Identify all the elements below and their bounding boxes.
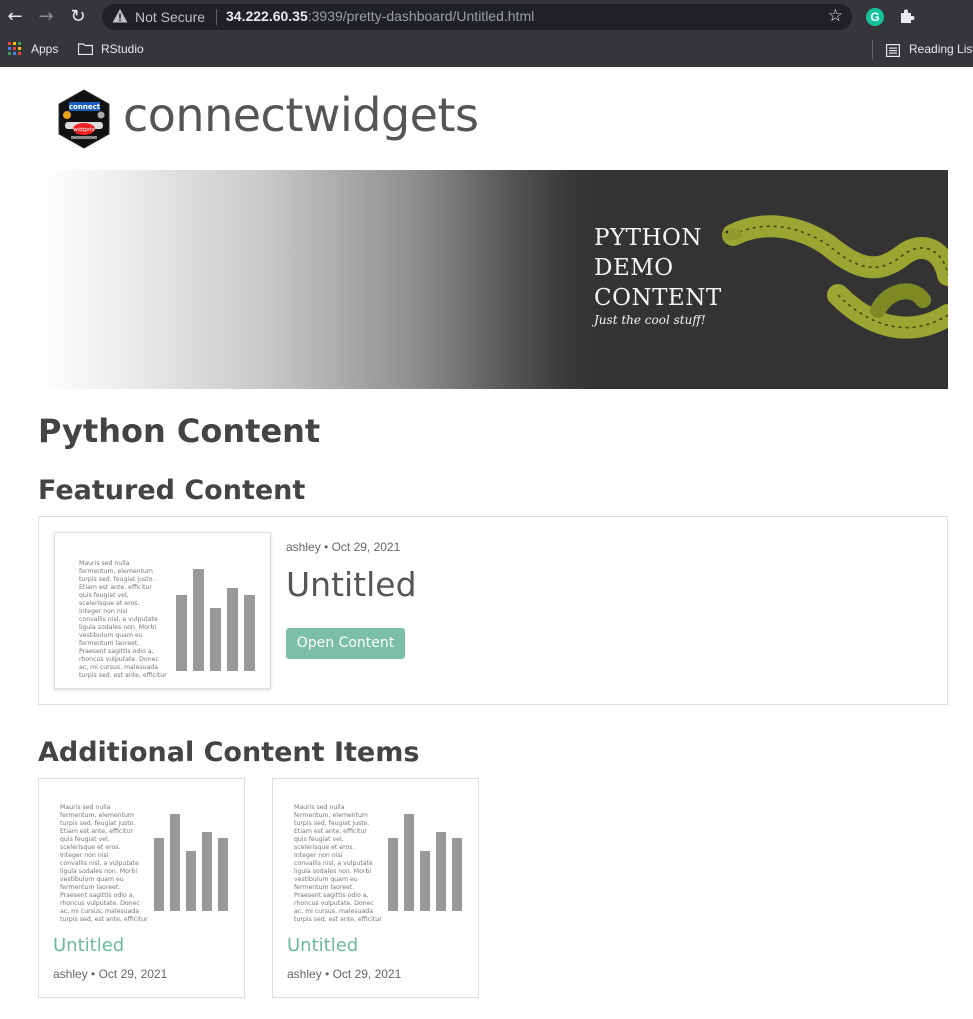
security-label[interactable]: Not Secure <box>135 9 205 25</box>
thumbnail-bar <box>404 814 414 911</box>
site-brand-title[interactable]: connectwidgets <box>123 88 479 142</box>
thumbnail-bar <box>420 850 430 911</box>
bookmark-reading-list[interactable]: Reading List <box>909 42 973 56</box>
thumbnail-lorem-text: Mauris sed nulla fermentum, elementum tu… <box>79 560 167 679</box>
folder-icon <box>78 43 93 55</box>
address-separator <box>216 9 217 25</box>
featured-meta: ashley • Oct 29, 2021 <box>286 540 401 554</box>
thumbnail-bar <box>170 814 180 911</box>
additional-heading: Additional Content Items <box>38 737 420 768</box>
bookmark-apps[interactable]: Apps <box>31 42 58 56</box>
thumbnail-bar-chart <box>154 814 228 911</box>
bookmark-rstudio[interactable]: RStudio <box>101 42 144 56</box>
thumbnail-lorem-text: Mauris sed nulla fermentum, elementum tu… <box>294 804 382 923</box>
url-host: 34.222.60.35 <box>226 8 308 24</box>
featured-content-card: Mauris sed nulla fermentum, elementum tu… <box>38 516 948 705</box>
extensions-puzzle-icon[interactable] <box>898 7 916 25</box>
item-date: Oct 29, 2021 <box>98 967 168 981</box>
hero-banner: PYTHON DEMO CONTENT Just the cool stuff! <box>38 170 948 389</box>
thumbnail-lorem-text: Mauris sed nulla fermentum, elementum tu… <box>60 804 148 923</box>
thumbnail-bar <box>202 832 212 911</box>
thumbnail-bar <box>176 594 187 671</box>
item-author: ashley <box>53 967 88 981</box>
thumbnail-bar <box>218 838 228 911</box>
logo-text-connect: connect <box>69 103 101 111</box>
bookmark-star-icon[interactable]: ☆ <box>828 6 843 26</box>
banner-line: PYTHON <box>594 225 703 251</box>
thumbnail-bar <box>388 838 398 911</box>
connectwidgets-logo: connect widgets <box>58 89 110 149</box>
logo-text-widgets: widgets <box>73 127 95 133</box>
page-title: Python Content <box>38 412 321 450</box>
bookmarks-divider <box>872 40 873 60</box>
item-meta: ashley • Oct 29, 2021 <box>287 967 402 981</box>
item-title[interactable]: Untitled <box>53 935 124 956</box>
bookmarks-bar: Apps RStudio Reading List <box>0 36 973 64</box>
item-thumbnail[interactable]: Mauris sed nulla fermentum, elementum tu… <box>39 779 244 924</box>
browser-toolbar: ← → ↻ Not Secure 34.222.60.35:3939/prett… <box>0 0 973 34</box>
thumbnail-bar <box>244 594 255 671</box>
featured-title[interactable]: Untitled <box>286 565 417 604</box>
banner-tagline: Just the cool stuff! <box>594 313 706 327</box>
python-snake-illustration <box>722 215 948 339</box>
thumbnail-bar-chart <box>176 569 255 671</box>
thumbnail-bar <box>227 588 238 671</box>
open-content-button[interactable]: Open Content <box>286 628 405 659</box>
item-date: Oct 29, 2021 <box>332 967 402 981</box>
thumbnail-bar <box>193 569 204 671</box>
reading-list-icon <box>886 44 900 57</box>
reload-icon[interactable]: ↻ <box>67 6 89 28</box>
featured-heading: Featured Content <box>38 475 306 506</box>
banner-heading: PYTHON DEMO CONTENT <box>594 223 722 313</box>
featured-thumbnail[interactable]: Mauris sed nulla fermentum, elementum tu… <box>54 532 271 689</box>
content-item-card[interactable]: Mauris sed nulla fermentum, elementum tu… <box>38 778 245 998</box>
thumbnail-bar-chart <box>388 814 462 911</box>
item-title[interactable]: Untitled <box>287 935 358 956</box>
thumbnail-bar <box>436 832 446 911</box>
banner-line: CONTENT <box>594 285 722 311</box>
url-path: :3939/pretty-dashboard/Untitled.html <box>307 8 535 24</box>
item-meta: ashley • Oct 29, 2021 <box>53 967 168 981</box>
browser-chrome: ← → ↻ Not Secure 34.222.60.35:3939/prett… <box>0 0 973 67</box>
item-author: ashley <box>287 967 322 981</box>
back-arrow-icon[interactable]: ← <box>4 6 26 28</box>
apps-grid-icon <box>8 42 21 55</box>
thumbnail-bar <box>452 838 462 911</box>
thumbnail-bar <box>186 850 196 911</box>
thumbnail-bar <box>210 607 221 671</box>
featured-date: Oct 29, 2021 <box>331 540 401 554</box>
warning-icon[interactable] <box>112 8 128 24</box>
item-thumbnail[interactable]: Mauris sed nulla fermentum, elementum tu… <box>273 779 478 924</box>
featured-author: ashley <box>286 540 321 554</box>
address-bar[interactable]: Not Secure 34.222.60.35:3939/pretty-dash… <box>102 4 852 30</box>
thumbnail-bar <box>154 838 164 911</box>
forward-arrow-icon[interactable]: → <box>35 6 57 28</box>
url-text[interactable]: 34.222.60.35:3939/pretty-dashboard/Untit… <box>226 8 534 24</box>
grammarly-extension-icon[interactable]: G <box>866 8 884 26</box>
banner-line: DEMO <box>594 255 674 281</box>
content-item-card[interactable]: Mauris sed nulla fermentum, elementum tu… <box>272 778 479 998</box>
